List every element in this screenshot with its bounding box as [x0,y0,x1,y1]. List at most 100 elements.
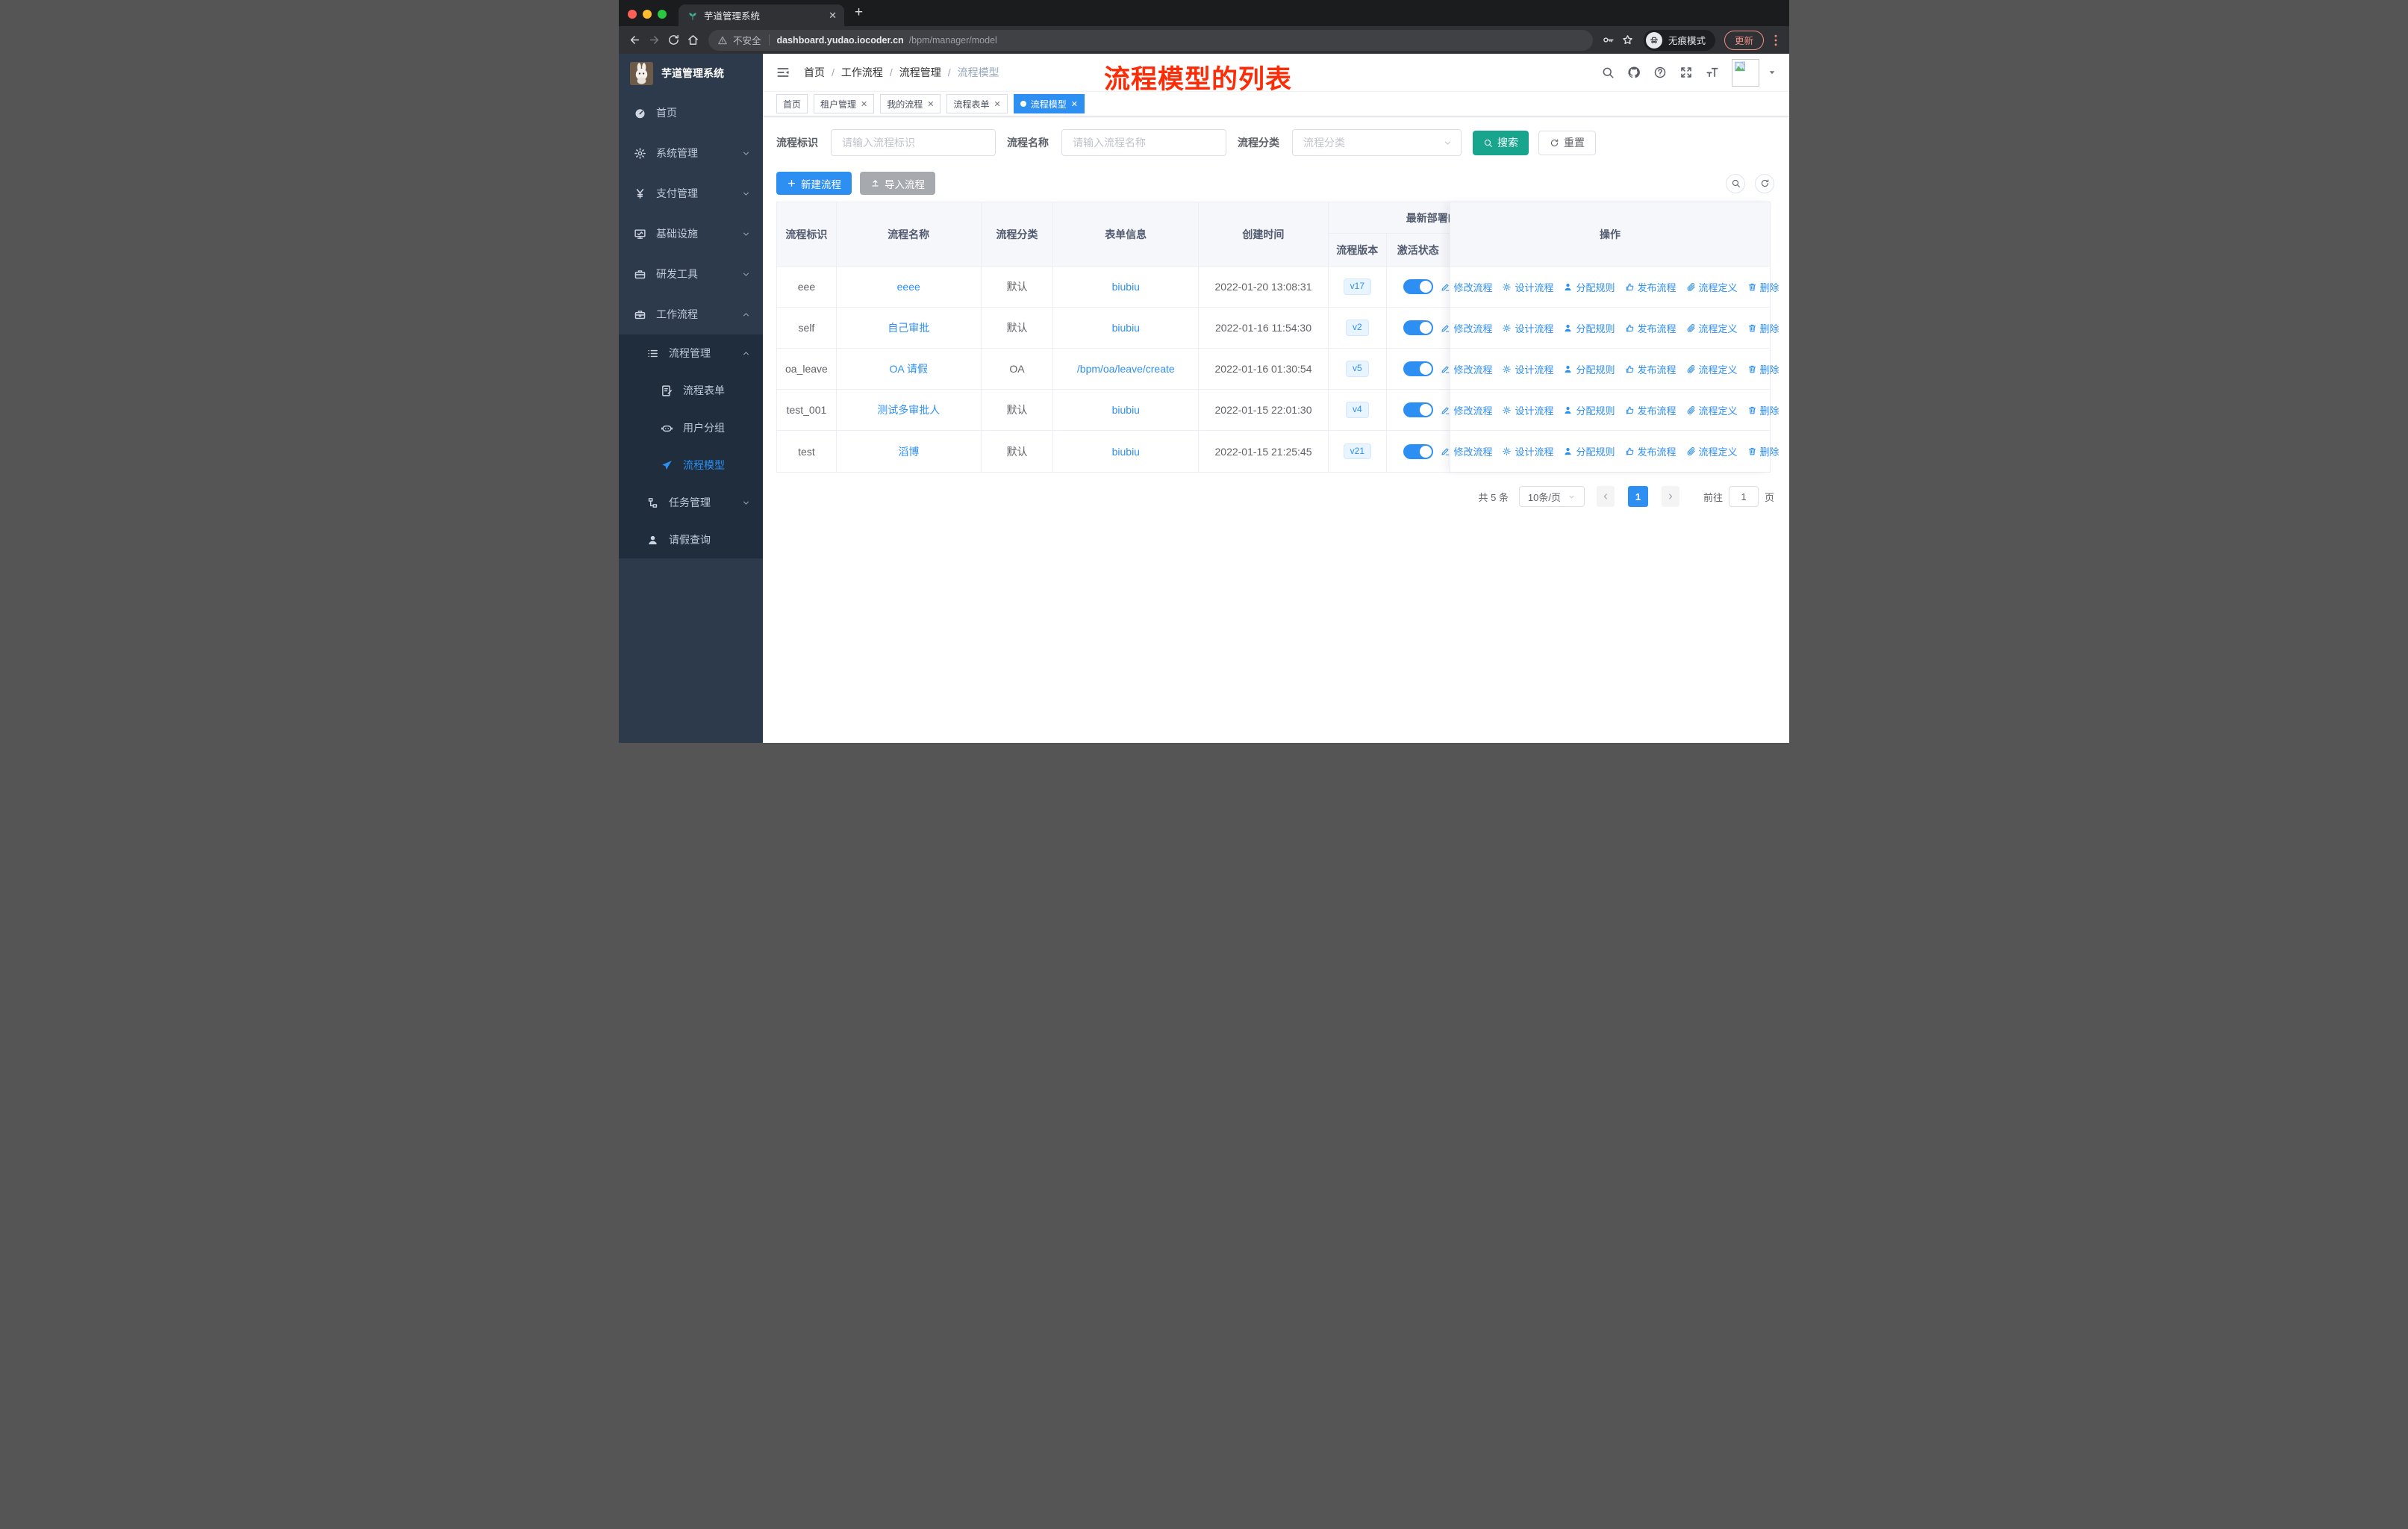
model-name-link[interactable]: 测试多审批人 [877,402,940,417]
sidebar-item-task-mgmt[interactable]: 任务管理 [619,484,763,521]
action-link-edit[interactable]: 修改流程 [1441,280,1492,294]
page-size-select[interactable]: 10条/页 [1518,486,1585,507]
refresh-table-button[interactable] [1755,173,1774,193]
tag-home[interactable]: 首页 [776,94,808,113]
tag-close-icon[interactable]: ✕ [1071,99,1078,109]
reset-button[interactable]: 重置 [1538,130,1596,155]
address-bar[interactable]: 不安全 dashboard.yudao.iocoder.cn/bpm/manag… [708,29,1593,51]
model-name-link[interactable]: 滔博 [898,444,919,459]
action-link-design-gear[interactable]: 设计流程 [1502,444,1553,458]
reload-button[interactable] [664,31,683,49]
window-close-button[interactable] [628,10,637,19]
status-toggle[interactable] [1403,443,1433,459]
action-link-design-gear[interactable]: 设计流程 [1502,403,1553,417]
form-link[interactable]: /bpm/oa/leave/create [1077,363,1175,375]
next-page-button[interactable] [1661,486,1679,507]
github-icon[interactable] [1627,66,1641,79]
breadcrumb-workflow[interactable]: 工作流程 [841,65,883,80]
action-link-design-gear[interactable]: 设计流程 [1502,321,1553,335]
help-icon[interactable] [1653,66,1667,79]
import-process-button[interactable]: 导入流程 [860,172,935,195]
action-link-delete-trash[interactable]: 删除 [1747,362,1780,376]
breadcrumb-home[interactable]: 首页 [804,65,825,80]
sidebar-item-devtools[interactable]: 研发工具 [619,254,763,294]
sidebar-item-process-model[interactable]: 流程模型 [619,446,763,484]
font-size-icon[interactable] [1706,66,1719,79]
search-icon[interactable] [1601,66,1615,79]
window-zoom-button[interactable] [658,10,667,19]
action-link-definition-clip[interactable]: 流程定义 [1686,403,1738,417]
new-tab-button[interactable]: + [855,4,863,21]
process-name-input[interactable] [1061,129,1226,156]
bookmark-star-button[interactable] [1618,31,1638,49]
show-search-button[interactable] [1726,173,1745,193]
create-process-button[interactable]: 新建流程 [776,172,852,195]
action-link-edit[interactable]: 修改流程 [1441,444,1492,458]
browser-menu-button[interactable] [1768,33,1783,48]
action-link-publish-hand[interactable]: 发布流程 [1625,321,1676,335]
status-toggle[interactable] [1403,402,1433,417]
action-link-delete-trash[interactable]: 删除 [1747,444,1780,458]
hamburger-icon[interactable] [776,65,790,80]
sidebar-item-leave-query[interactable]: 请假查询 [619,521,763,558]
status-toggle[interactable] [1403,279,1433,294]
sidebar-item-workflow[interactable]: 工作流程 [619,294,763,334]
form-link[interactable]: biubiu [1112,281,1140,293]
action-link-assign-user[interactable]: 分配规则 [1563,444,1615,458]
user-avatar[interactable] [1732,58,1759,87]
action-link-publish-hand[interactable]: 发布流程 [1625,280,1676,294]
sidebar-item-system[interactable]: 系统管理 [619,133,763,173]
action-link-delete-trash[interactable]: 删除 [1747,321,1780,335]
page-1-button[interactable]: 1 [1627,486,1648,507]
action-link-delete-trash[interactable]: 删除 [1747,403,1780,417]
back-button[interactable] [625,31,644,49]
action-link-edit[interactable]: 修改流程 [1441,403,1492,417]
fullscreen-icon[interactable] [1679,66,1693,79]
action-link-definition-clip[interactable]: 流程定义 [1686,321,1738,335]
action-link-definition-clip[interactable]: 流程定义 [1686,280,1738,294]
form-link[interactable]: biubiu [1112,322,1140,334]
model-name-link[interactable]: OA 请假 [890,361,928,376]
home-button[interactable] [683,31,702,49]
password-key-button[interactable] [1599,31,1618,49]
model-name-link[interactable]: eeee [897,281,920,293]
tag-close-icon[interactable]: ✕ [994,99,1001,109]
goto-page-input[interactable] [1728,486,1759,507]
action-link-definition-clip[interactable]: 流程定义 [1686,362,1738,376]
action-link-assign-user[interactable]: 分配规则 [1563,321,1615,335]
action-link-publish-hand[interactable]: 发布流程 [1625,403,1676,417]
sidebar-item-process-form[interactable]: 流程表单 [619,372,763,409]
tag-close-icon[interactable]: ✕ [861,99,867,109]
tag-process-form[interactable]: 流程表单 ✕ [946,94,1008,113]
process-key-input[interactable] [831,129,996,156]
category-select[interactable]: 流程分类 [1292,129,1462,156]
action-link-design-gear[interactable]: 设计流程 [1502,280,1553,294]
search-button[interactable]: 搜索 [1473,130,1529,155]
action-link-assign-user[interactable]: 分配规则 [1563,280,1615,294]
sidebar-item-process-mgmt[interactable]: 流程管理 [619,334,763,372]
sidebar-item-payment[interactable]: 支付管理 [619,173,763,214]
action-link-definition-clip[interactable]: 流程定义 [1686,444,1738,458]
window-minimize-button[interactable] [643,10,652,19]
sidebar-item-home[interactable]: 首页 [619,93,763,133]
action-link-assign-user[interactable]: 分配规则 [1563,403,1615,417]
tag-process-model[interactable]: 流程模型 ✕ [1013,94,1085,113]
tag-tenant[interactable]: 租户管理 ✕ [814,94,875,113]
tag-my-process[interactable]: 我的流程 ✕ [880,94,941,113]
prev-page-button[interactable] [1596,486,1615,507]
browser-tab[interactable]: 芋道管理系统 ✕ [679,4,844,26]
avatar-caret-icon[interactable] [1768,68,1777,77]
action-link-publish-hand[interactable]: 发布流程 [1625,362,1676,376]
forward-button[interactable] [644,31,664,49]
action-link-publish-hand[interactable]: 发布流程 [1625,444,1676,458]
action-link-delete-trash[interactable]: 删除 [1747,280,1780,294]
model-name-link[interactable]: 自己审批 [888,320,929,335]
action-link-assign-user[interactable]: 分配规则 [1563,362,1615,376]
action-link-edit[interactable]: 修改流程 [1441,321,1492,335]
form-link[interactable]: biubiu [1112,446,1140,458]
form-link[interactable]: biubiu [1112,404,1140,416]
tab-close-icon[interactable]: ✕ [829,10,837,22]
browser-update-button[interactable]: 更新 [1724,30,1764,50]
status-toggle[interactable] [1403,320,1433,335]
sidebar-item-infra[interactable]: 基础设施 [619,214,763,254]
